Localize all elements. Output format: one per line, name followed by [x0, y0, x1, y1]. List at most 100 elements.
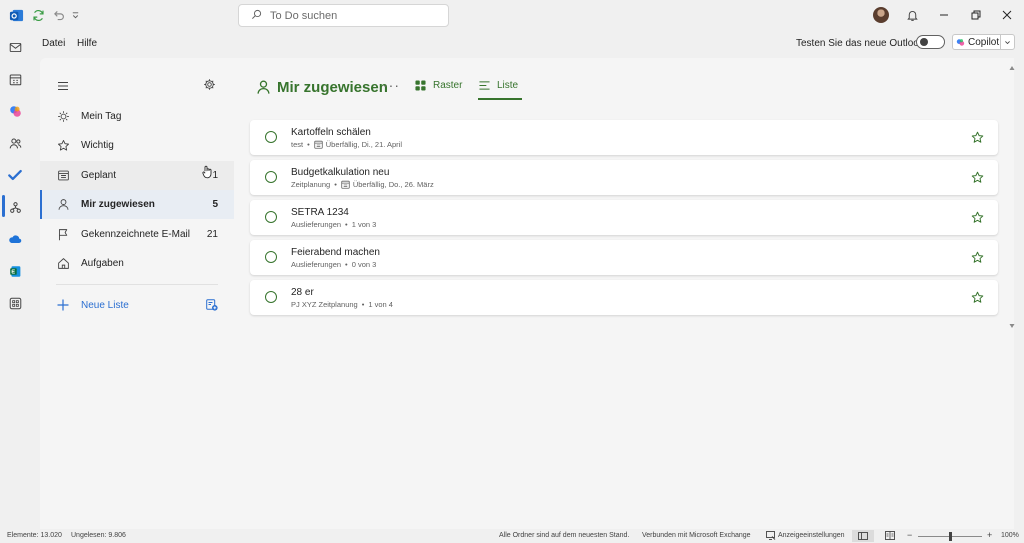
new-outlook-toggle[interactable] [916, 35, 945, 49]
copilot-icon [956, 38, 965, 47]
task-item[interactable]: Budgetkalkulation neu Zeitplanung • Über… [250, 160, 998, 195]
task-steps-progress: 0 von 3 [351, 260, 377, 269]
importance-star-icon[interactable] [971, 171, 984, 184]
task-steps-progress: 1 von 3 [351, 220, 377, 229]
bell-icon[interactable] [904, 7, 920, 23]
importance-star-icon[interactable] [971, 251, 984, 264]
sidebar-divider [56, 284, 218, 285]
task-complete-checkbox[interactable] [265, 131, 277, 143]
sidebar-item-count: 5 [212, 199, 218, 210]
task-complete-checkbox[interactable] [265, 251, 277, 263]
home-icon [56, 256, 70, 270]
minimize-icon[interactable] [936, 7, 952, 23]
scroll-up-arrow-icon[interactable] [1009, 65, 1015, 71]
people-icon[interactable] [7, 135, 23, 151]
org-chart-icon[interactable] [7, 199, 23, 215]
task-complete-checkbox[interactable] [265, 291, 277, 303]
task-title: Kartoffeln schälen [291, 127, 371, 138]
search-icon [251, 9, 262, 23]
task-list-name: Auslieferungen [291, 260, 342, 269]
calendar-app-icon[interactable] [7, 71, 23, 87]
new-list-label: Neue Liste [81, 300, 129, 311]
task-complete-checkbox[interactable] [265, 211, 277, 223]
task-item[interactable]: Feierabend machen Auslieferungen • 0 von… [250, 240, 998, 275]
reading-view-icon [885, 531, 895, 540]
reading-view-button[interactable] [885, 531, 895, 542]
menu-file[interactable]: Datei [42, 38, 65, 49]
task-meta: Zeitplanung • Überfällig, Do., 26. März [291, 180, 434, 189]
copilot-dropdown[interactable] [1001, 39, 1014, 46]
new-list-button[interactable]: Neue Liste [40, 292, 234, 320]
copilot-app-icon[interactable] [7, 103, 23, 119]
task-meta: test • Überfällig, Di., 21. April [291, 140, 402, 149]
search-box[interactable] [238, 4, 449, 27]
sidebar-item-my-day[interactable]: Mein Tag [40, 102, 234, 131]
exchange-icon[interactable] [7, 263, 23, 279]
new-outlook-toggle-label: Testen Sie das neue Outlook [796, 38, 924, 49]
display-settings-button[interactable]: Anzeigeeinstellungen [778, 532, 845, 539]
active-view-indicator [478, 98, 522, 100]
todo-app-icon[interactable] [7, 167, 23, 183]
settings-gear-icon[interactable] [203, 78, 216, 94]
importance-star-icon[interactable] [971, 211, 984, 224]
task-meta: Auslieferungen • 0 von 3 [291, 260, 376, 269]
sidebar-item-label: Aufgaben [81, 258, 124, 269]
task-complete-checkbox[interactable] [265, 171, 277, 183]
onedrive-icon[interactable] [7, 231, 23, 247]
task-due-date: Überfällig, Do., 26. März [352, 180, 434, 189]
meta-separator: • [345, 220, 348, 229]
importance-star-icon[interactable] [971, 131, 984, 144]
sidebar-item-important[interactable]: Wichtig [40, 131, 234, 160]
sidebar-item-planned[interactable]: Geplant 1 [40, 161, 234, 190]
close-icon[interactable] [999, 7, 1015, 23]
calendar-icon [56, 168, 70, 182]
list-icon [479, 80, 490, 91]
quick-access-dropdown-icon[interactable] [67, 7, 83, 23]
new-group-icon[interactable] [206, 299, 218, 314]
avatar[interactable] [873, 7, 889, 23]
task-item[interactable]: SETRA 1234 Auslieferungen • 1 von 3 [250, 200, 998, 235]
task-meta: PJ XYZ Zeitplanung • 1 von 4 [291, 300, 393, 309]
mouse-cursor-icon [202, 165, 214, 182]
connection-status: Verbunden mit Microsoft Exchange [642, 532, 751, 539]
sun-icon [56, 109, 70, 123]
scroll-down-arrow-icon[interactable] [1009, 323, 1015, 329]
mail-icon[interactable] [7, 39, 23, 55]
chevron-down-icon [1005, 40, 1010, 44]
unread-count: Ungelesen: 9.806 [71, 532, 126, 539]
restore-icon[interactable] [968, 7, 984, 23]
menu-help[interactable]: Hilfe [77, 38, 97, 49]
star-icon [56, 138, 70, 152]
hamburger-menu-icon[interactable] [57, 80, 69, 94]
view-list-button[interactable]: Liste [479, 80, 518, 91]
sidebar-item-assigned-to-me[interactable]: Mir zugewiesen 5 [40, 190, 234, 219]
task-title: Feierabend machen [291, 247, 380, 258]
zoom-out-button[interactable]: − [907, 530, 912, 540]
task-item[interactable]: Kartoffeln schälen test • Überfällig, Di… [250, 120, 998, 155]
undo-icon[interactable] [50, 7, 66, 23]
zoom-in-button[interactable]: + [987, 530, 992, 540]
due-date-calendar-icon [341, 180, 350, 189]
apps-icon[interactable] [7, 295, 23, 311]
items-count: Elemente: 13.020 [7, 532, 62, 539]
sidebar-item-label: Geplant [81, 170, 117, 181]
folders-status: Alle Ordner sind auf dem neuesten Stand. [499, 532, 630, 539]
sync-icon[interactable] [30, 7, 46, 23]
sidebar-item-tasks[interactable]: Aufgaben [40, 249, 234, 278]
person-icon [256, 79, 271, 98]
plus-icon [57, 299, 69, 314]
search-input[interactable] [270, 9, 430, 22]
display-settings-icon [766, 531, 776, 542]
meta-separator: • [334, 180, 337, 189]
zoom-slider-thumb[interactable] [949, 532, 952, 541]
importance-star-icon[interactable] [971, 291, 984, 304]
grid-icon [415, 80, 426, 91]
task-list-name: test [291, 140, 304, 149]
task-list-name: Auslieferungen [291, 220, 342, 229]
more-options-button[interactable]: ··· [383, 77, 400, 93]
sidebar-item-flagged-email[interactable]: Gekennzeichnete E-Mail 21 [40, 220, 234, 249]
task-item[interactable]: 28 er PJ XYZ Zeitplanung • 1 von 4 [250, 280, 998, 315]
copilot-button[interactable]: Copilot [952, 34, 1015, 50]
normal-view-button[interactable] [852, 530, 874, 542]
view-grid-button[interactable]: Raster [415, 80, 462, 91]
